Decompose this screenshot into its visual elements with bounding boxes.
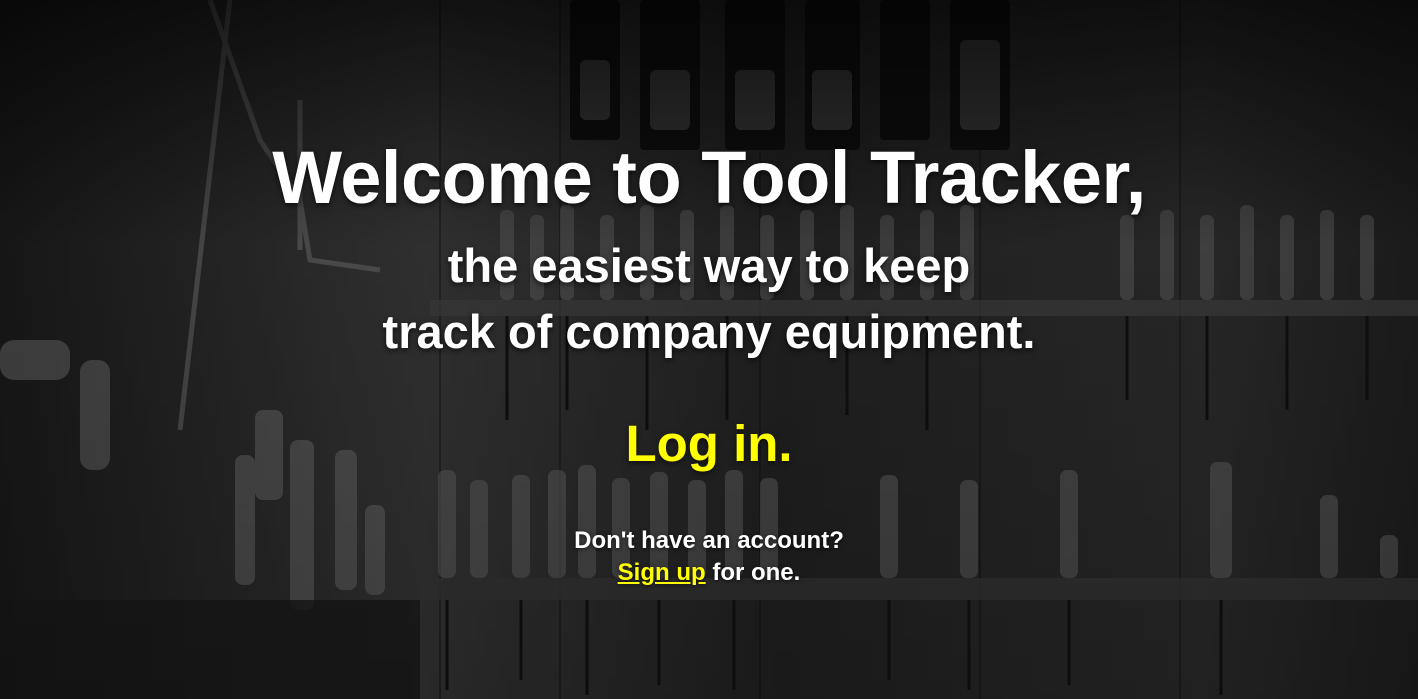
- login-container: Log in.: [0, 414, 1418, 474]
- hero: Welcome to Tool Tracker, the easiest way…: [0, 0, 1418, 699]
- signup-suffix: for one.: [712, 559, 801, 586]
- tagline-line-1: the easiest way to keep: [447, 239, 971, 292]
- signup-link[interactable]: Sign up: [618, 559, 706, 586]
- signup-line: Sign up for one.: [0, 557, 1418, 589]
- tagline-line-2: track of company equipment.: [382, 305, 1036, 358]
- page-title: Welcome to Tool Tracker,: [272, 136, 1146, 219]
- signup-prompt: Don't have an account? Sign up for one.: [0, 525, 1418, 589]
- login-link[interactable]: Log in.: [625, 415, 792, 472]
- signup-question: Don't have an account?: [574, 527, 844, 554]
